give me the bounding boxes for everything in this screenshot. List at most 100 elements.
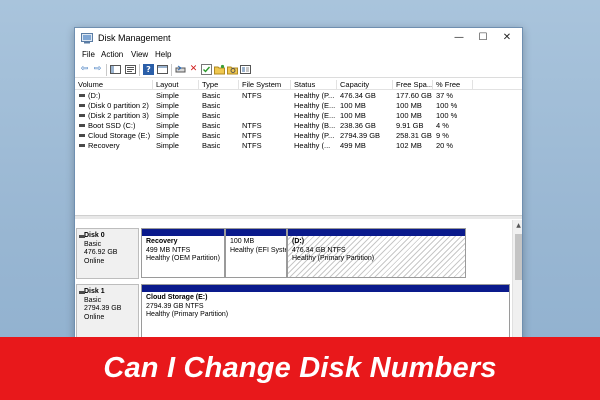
column-header-percent-free[interactable]: % Free bbox=[433, 80, 473, 90]
minimize-icon[interactable]: — bbox=[451, 31, 467, 45]
column-header-volume[interactable]: Volume bbox=[75, 80, 153, 90]
cell-status: Healthy (E... bbox=[294, 111, 336, 120]
disk-0-name: Disk 0 bbox=[84, 232, 105, 239]
title-bar[interactable]: Disk Management — ☐ ✕ bbox=[75, 28, 522, 49]
cell-file-system: NTFS bbox=[242, 91, 262, 100]
menu-help[interactable]: Help bbox=[155, 50, 171, 59]
cell-free-space: 177.60 GB bbox=[396, 91, 432, 100]
toolbar-separator bbox=[106, 64, 107, 76]
column-header-free-space[interactable]: Free Spa... bbox=[393, 80, 433, 90]
cell-volume: (Disk 0 partition 2) bbox=[88, 101, 149, 110]
cell-volume: (Disk 2 partition 3) bbox=[88, 111, 149, 120]
disk-icon bbox=[79, 291, 85, 294]
cell-layout: Simple bbox=[156, 101, 179, 110]
cell-status: Healthy (... bbox=[294, 141, 331, 150]
cell-layout: Simple bbox=[156, 141, 179, 150]
cell-file-system: NTFS bbox=[242, 141, 262, 150]
disk-0-size: 476.92 GB bbox=[84, 249, 118, 256]
disk-1-size: 2794.39 GB bbox=[84, 305, 122, 312]
volume-icon bbox=[79, 134, 85, 137]
console-tree-icon[interactable] bbox=[110, 64, 121, 75]
cell-percent-free: 37 % bbox=[436, 91, 454, 100]
column-header-file-system[interactable]: File System bbox=[239, 80, 291, 90]
menu-action[interactable]: Action bbox=[101, 50, 123, 59]
table-row[interactable]: (Disk 0 partition 2) Simple Basic Health… bbox=[75, 101, 522, 111]
column-header-status[interactable]: Status bbox=[291, 80, 337, 90]
delete-icon[interactable]: ✕ bbox=[188, 64, 199, 75]
partition-bar bbox=[142, 229, 224, 236]
new-folder-icon[interactable] bbox=[214, 64, 225, 75]
cell-free-space: 100 MB bbox=[396, 101, 422, 110]
column-header-type[interactable]: Type bbox=[199, 80, 239, 90]
cell-free-space: 9.91 GB bbox=[396, 121, 424, 130]
cell-volume: Recovery bbox=[88, 141, 120, 150]
cell-capacity: 100 MB bbox=[340, 101, 366, 110]
disk-1-type: Basic bbox=[84, 296, 102, 304]
settings-icon[interactable] bbox=[240, 64, 251, 75]
partition-size: 476.34 GB NTFS bbox=[292, 246, 346, 254]
partition-size: 2794.39 GB NTFS bbox=[146, 302, 204, 310]
cell-status: Healthy (E... bbox=[294, 101, 336, 110]
cell-file-system: NTFS bbox=[242, 121, 262, 130]
table-row[interactable]: Cloud Storage (E:) Simple Basic NTFS Hea… bbox=[75, 131, 522, 141]
table-row[interactable]: (D:) Simple Basic NTFS Healthy (P... 476… bbox=[75, 91, 522, 101]
properties-icon[interactable] bbox=[125, 64, 136, 75]
table-row[interactable]: (Disk 2 partition 3) Simple Basic Health… bbox=[75, 111, 522, 121]
partition-d-drive[interactable]: (D:) 476.34 GB NTFS Healthy (Primary Par… bbox=[287, 228, 466, 278]
partition-size: 499 MB NTFS bbox=[146, 246, 191, 254]
partition-name: Cloud Storage (E:) bbox=[146, 294, 208, 301]
cell-layout: Simple bbox=[156, 91, 179, 100]
cell-type: Basic bbox=[202, 131, 221, 140]
cell-capacity: 100 MB bbox=[340, 111, 366, 120]
table-row[interactable]: Recovery Simple Basic NTFS Healthy (... … bbox=[75, 141, 522, 151]
disk-0-status: Online bbox=[84, 257, 105, 265]
cell-capacity: 238.36 GB bbox=[340, 121, 376, 130]
help-icon[interactable]: ? bbox=[143, 64, 154, 75]
disk-0-label[interactable]: Disk 0 Basic 476.92 GB Online bbox=[76, 228, 139, 279]
close-icon[interactable]: ✕ bbox=[499, 31, 515, 45]
pane-splitter[interactable] bbox=[75, 215, 522, 219]
cell-type: Basic bbox=[202, 111, 221, 120]
partition-bar bbox=[288, 229, 465, 236]
cell-percent-free: 9 % bbox=[436, 131, 449, 140]
menu-file[interactable]: File bbox=[82, 50, 95, 59]
partition-efi[interactable]: 100 MB Healthy (EFI Syste bbox=[225, 228, 287, 278]
list-view-icon[interactable] bbox=[157, 64, 168, 75]
cell-capacity: 499 MB bbox=[340, 141, 366, 150]
vertical-scrollbar[interactable]: ▲ bbox=[512, 220, 522, 346]
volume-list-header: Volume Layout Type File System Status Ca… bbox=[75, 79, 522, 90]
cell-percent-free: 100 % bbox=[436, 101, 458, 110]
cell-type: Basic bbox=[202, 141, 221, 150]
scrollbar-thumb[interactable] bbox=[515, 234, 522, 280]
cell-layout: Simple bbox=[156, 131, 179, 140]
cell-capacity: 476.34 GB bbox=[340, 91, 376, 100]
volume-icon bbox=[79, 144, 85, 147]
volume-icon bbox=[79, 94, 85, 97]
check-icon[interactable] bbox=[201, 64, 212, 75]
cell-status: Healthy (P... bbox=[294, 91, 335, 100]
column-header-layout[interactable]: Layout bbox=[153, 80, 199, 90]
back-arrow-icon[interactable]: ⇦ bbox=[79, 64, 90, 75]
menu-view[interactable]: View bbox=[131, 50, 148, 59]
cell-free-space: 100 MB bbox=[396, 111, 422, 120]
maximize-icon[interactable]: ☐ bbox=[475, 31, 491, 45]
cell-percent-free: 100 % bbox=[436, 111, 458, 120]
volume-icon bbox=[79, 124, 85, 127]
partition-recovery[interactable]: Recovery 499 MB NTFS Healthy (OEM Partit… bbox=[141, 228, 225, 278]
column-header-capacity[interactable]: Capacity bbox=[337, 80, 393, 90]
scroll-up-icon[interactable]: ▲ bbox=[513, 220, 522, 231]
disk-1-status: Online bbox=[84, 313, 105, 321]
connect-drive-icon[interactable] bbox=[175, 64, 186, 75]
cell-volume: Cloud Storage (E:) bbox=[88, 131, 151, 140]
window-title: Disk Management bbox=[98, 33, 171, 43]
disk-1-heading: Disk 1 bbox=[79, 288, 138, 297]
partition-bar bbox=[226, 229, 286, 236]
title-banner: Can I Change Disk Numbers bbox=[0, 337, 600, 400]
disk-graphical-view: Disk 0 Basic 476.92 GB Online Recovery 4… bbox=[75, 220, 512, 346]
partition-size: 100 MB bbox=[230, 238, 255, 245]
table-row[interactable]: Boot SSD (C:) Simple Basic NTFS Healthy … bbox=[75, 121, 522, 131]
search-icon[interactable] bbox=[227, 64, 238, 75]
forward-arrow-icon[interactable]: ⇨ bbox=[92, 64, 103, 75]
partition-status: Healthy (Primary Partition) bbox=[292, 255, 375, 262]
cell-layout: Simple bbox=[156, 111, 179, 120]
